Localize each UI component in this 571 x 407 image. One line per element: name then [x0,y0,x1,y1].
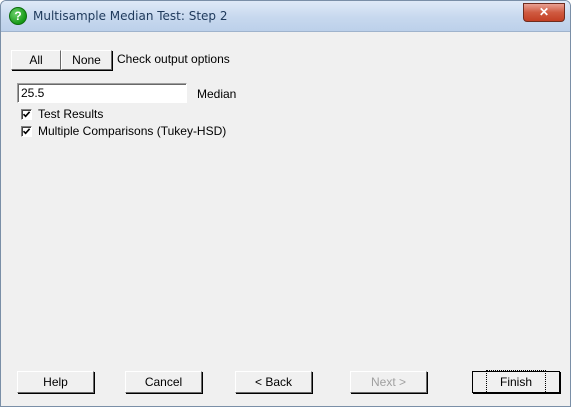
back-label: < Back [254,375,293,389]
close-button[interactable]: ✕ [523,3,565,22]
next-label: Next > [370,375,406,389]
checkbox-box[interactable] [21,125,32,137]
select-all-button[interactable]: All [11,50,61,70]
help-label: Help [43,375,68,389]
median-label: Median [197,87,237,101]
multiple-comparisons-label: Multiple Comparisons (Tukey-HSD) [38,124,227,138]
select-none-label: None [72,53,101,67]
window-title: Multisample Median Test: Step 2 [33,9,228,23]
output-options-caption: Check output options [117,52,230,66]
cancel-label: Cancel [144,375,183,389]
title-bar[interactable]: ? Multisample Median Test: Step 2 ✕ [1,1,570,32]
question-icon: ? [9,7,27,25]
multiple-comparisons-checkbox[interactable]: Multiple Comparisons (Tukey-HSD) [21,124,226,138]
select-all-label: All [29,53,43,67]
dialog-body: All None Check output options Median Tes… [9,32,562,398]
finish-label: Finish [485,370,547,394]
select-none-button[interactable]: None [61,50,112,70]
back-button[interactable]: < Back [235,371,312,393]
checkbox-box[interactable] [21,108,32,120]
dialog-window: ? Multisample Median Test: Step 2 ✕ All … [0,0,571,407]
help-button[interactable]: Help [17,371,94,393]
next-button[interactable]: Next > [350,371,427,393]
cancel-button[interactable]: Cancel [125,371,202,393]
finish-button[interactable]: Finish [472,370,560,394]
test-results-checkbox[interactable]: Test Results [21,107,103,121]
median-input[interactable] [17,83,187,103]
close-icon: ✕ [538,5,550,19]
test-results-label: Test Results [38,107,104,121]
checkmark-icon [22,110,31,117]
checkmark-icon [22,127,31,134]
